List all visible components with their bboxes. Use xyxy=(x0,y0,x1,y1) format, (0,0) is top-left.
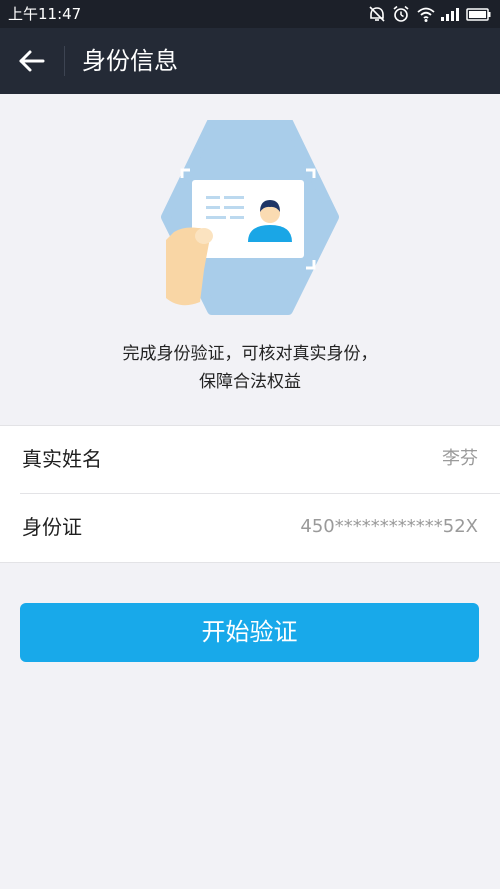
back-button[interactable] xyxy=(10,42,54,80)
status-time: 上午11:47 xyxy=(8,5,82,23)
start-verification-button[interactable]: 开始验证 xyxy=(20,603,479,662)
identity-form: 真实姓名 李芬 身份证 450************52X xyxy=(0,425,500,563)
wifi-icon xyxy=(417,7,435,22)
name-label: 真实姓名 xyxy=(22,447,102,471)
id-card-verification-illustration xyxy=(161,120,339,315)
status-bar: 上午11:47 xyxy=(0,0,500,28)
nav-bar: 身份信息 xyxy=(0,28,500,94)
nav-divider xyxy=(64,46,65,76)
id-number-value: 450************52X xyxy=(300,516,478,537)
page-title: 身份信息 xyxy=(82,47,178,75)
alarm-clock-icon xyxy=(393,5,409,22)
back-arrow-icon xyxy=(19,50,45,72)
alarm-off-icon xyxy=(369,6,385,22)
battery-icon xyxy=(466,8,491,21)
id-number-row[interactable]: 身份证 450************52X xyxy=(0,494,500,561)
name-value: 李芬 xyxy=(442,448,478,469)
id-number-label: 身份证 xyxy=(22,515,82,539)
description: 完成身份验证，可核对真实身份， 保障合法权益 xyxy=(0,340,500,396)
description-line-2: 保障合法权益 xyxy=(199,372,301,392)
description-line-1: 完成身份验证，可核对真实身份， xyxy=(122,344,378,364)
signal-icon xyxy=(441,8,459,21)
name-row[interactable]: 真实姓名 李芬 xyxy=(0,426,500,493)
